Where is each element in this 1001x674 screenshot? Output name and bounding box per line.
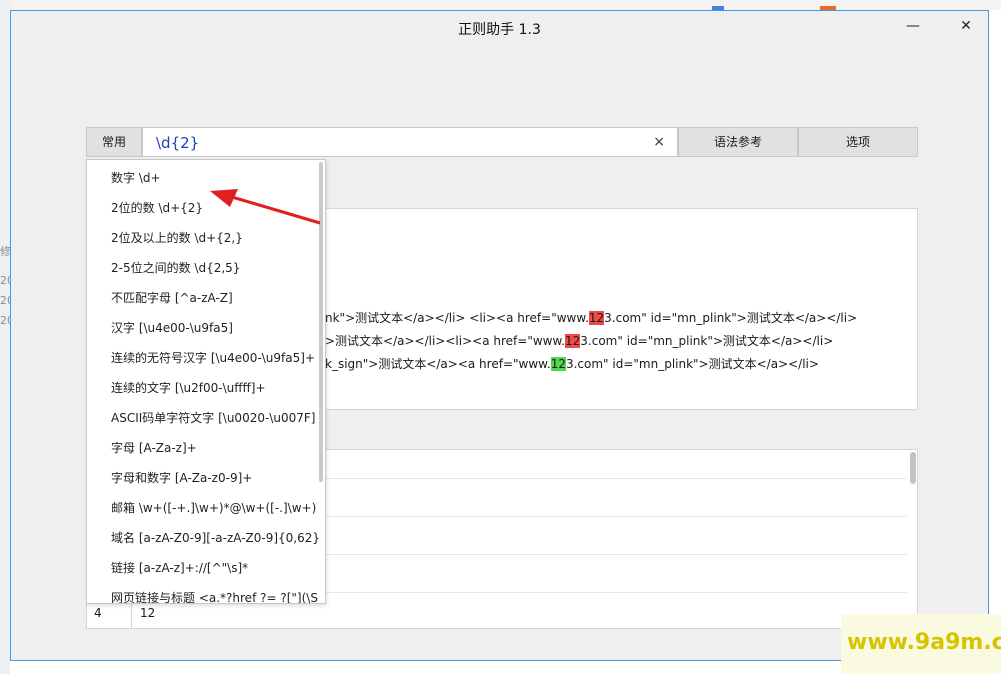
common-patterns-button[interactable]: 常用: [86, 127, 142, 157]
pattern-menu-item[interactable]: 邮箱 \w+([-+.]\w+)*@\w+([-.]\w+): [111, 499, 316, 516]
annotation-arrow-icon: [210, 189, 321, 225]
text-line: >测试文本</a></li><li><a href="www.123.com" …: [325, 332, 833, 349]
pattern-menu-item[interactable]: 字母和数字 [A-Za-z0-9]+: [111, 469, 252, 486]
title-bar: 正则助手 1.3 — ✕: [11, 11, 988, 43]
text-segment: >测试文本</a></li><li><a href="www.: [325, 334, 565, 348]
regex-input[interactable]: \d{2} ×: [142, 127, 678, 157]
pattern-menu-item[interactable]: 汉字 [\u4e00-\u9fa5]: [111, 319, 233, 336]
close-button[interactable]: ✕: [951, 15, 981, 37]
regex-input-value: \d{2}: [156, 134, 200, 152]
status-count-left: 4: [94, 606, 102, 620]
clear-icon[interactable]: ×: [653, 134, 665, 150]
pattern-menu-item[interactable]: 数字 \d+: [111, 169, 161, 186]
text-segment: k_sign">测试文本</a><a href="www.: [325, 357, 551, 371]
status-divider: [131, 600, 132, 628]
watermark-text: www.9a9m.com: [847, 630, 1001, 655]
options-button[interactable]: 选项: [798, 127, 918, 157]
minimize-button[interactable]: —: [898, 15, 928, 37]
match-highlight: 12: [588, 311, 605, 325]
match-highlight: 12: [550, 357, 566, 371]
pattern-menu-item[interactable]: 字母 [A-Za-z]+: [111, 439, 197, 456]
results-scrollbar[interactable]: [910, 452, 916, 484]
pattern-menu-item[interactable]: ASCII码单字符文字 [\u0020-\u007F]: [111, 409, 315, 426]
text-line: nk">测试文本</a></li> <li><a href="www.123.c…: [325, 309, 857, 326]
pattern-menu-item[interactable]: 连续的文字 [\u2f00-\uffff]+: [111, 379, 266, 396]
match-highlight: 12: [565, 334, 581, 348]
status-count-right: 12: [140, 606, 156, 620]
pattern-menu-item[interactable]: 连续的无符号汉字 [\u4e00-\u9fa5]+: [111, 349, 315, 366]
pattern-menu-item[interactable]: 网页链接与标题 <a.*?href ?= ?["](\S: [111, 589, 318, 603]
background-top-strip: [0, 0, 1001, 10]
pattern-menu-item[interactable]: 不匹配字母 [^a-zA-Z]: [111, 289, 233, 306]
watermark: www.9a9m.com: [841, 614, 1001, 674]
pattern-menu-item[interactable]: 2-5位之间的数 \d{2,5}: [111, 259, 240, 276]
pattern-menu-item[interactable]: 链接 [a-zA-z]+://[^"\s]*: [111, 559, 248, 576]
background-left-panel: 修 20 20 20: [0, 0, 14, 674]
syntax-reference-button[interactable]: 语法参考: [678, 127, 798, 157]
text-segment: 3.com" id="mn_plink">测试文本</a></li>: [565, 357, 819, 371]
pattern-menu-item[interactable]: 2位的数 \d+{2}: [111, 199, 203, 216]
text-line: k_sign">测试文本</a><a href="www.123.com" id…: [325, 355, 819, 372]
window-title: 正则助手 1.3: [458, 22, 541, 38]
text-segment: 3.com" id="mn_plink">测试文本</a></li>: [580, 334, 834, 348]
text-segment: 3.com" id="mn_plink">测试文本</a></li>: [604, 311, 858, 325]
pattern-menu-item[interactable]: 域名 [a-zA-Z0-9][-a-zA-Z0-9]{0,62}: [111, 529, 320, 546]
text-segment: nk">测试文本</a></li> <li><a href="www.: [325, 311, 589, 325]
